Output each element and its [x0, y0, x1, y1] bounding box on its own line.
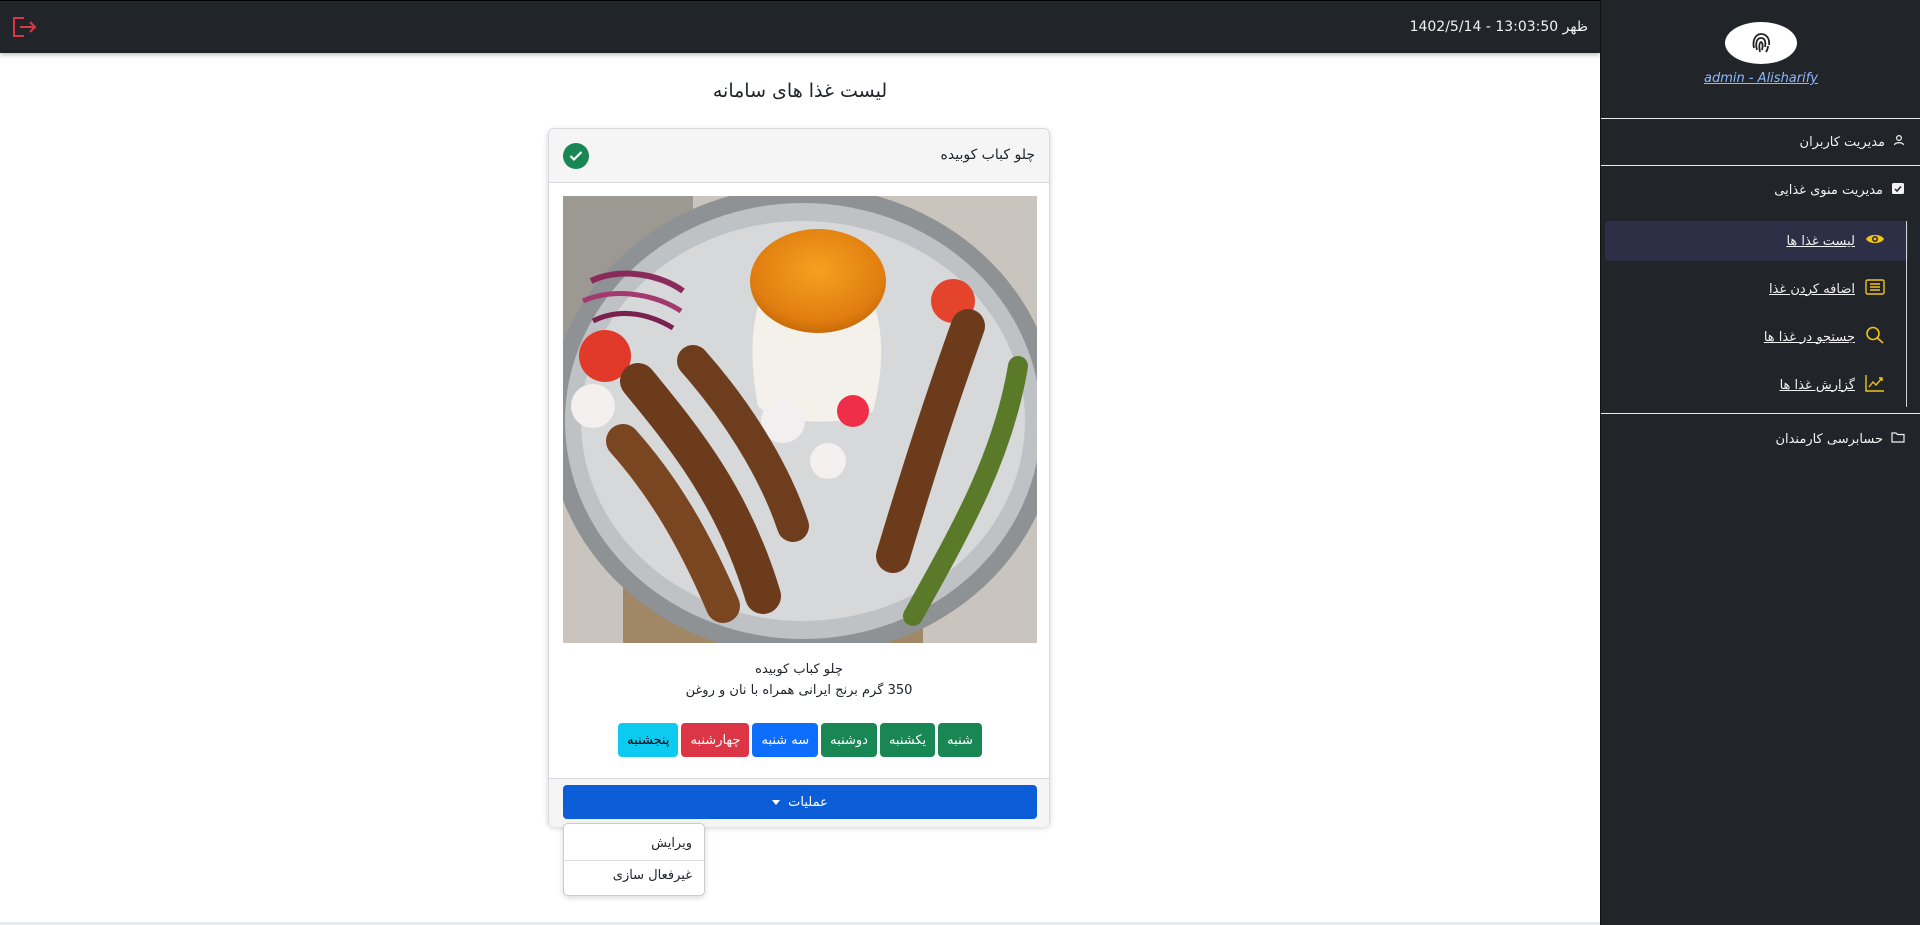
day-button-saturday[interactable]: شنبه: [938, 723, 982, 757]
divider: [1601, 165, 1920, 166]
sidebar-item-label: اضافه کردن غذا: [1769, 281, 1855, 297]
divider: [564, 860, 704, 861]
username-link[interactable]: admin - Alisharify: [1601, 71, 1920, 86]
operations-dropdown-button[interactable]: عملیات: [563, 785, 1037, 819]
sidebar-item-food-list[interactable]: لیست غذا ها: [1786, 229, 1885, 253]
sidebar: admin - Alisharify مدیریت کاربران مدیریت…: [1600, 0, 1920, 925]
day-button-tuesday[interactable]: سه شنبه: [752, 723, 819, 757]
operations-label: عملیات: [788, 794, 828, 810]
food-description: 350 گرم برنج ایرانی همراه با نان و روغن: [685, 683, 913, 698]
eye-icon: [1865, 232, 1885, 250]
caret-down-icon: [772, 799, 781, 805]
edit-menu-item[interactable]: ویرایش: [651, 836, 692, 851]
sidebar-item-label: جستجو در غذا ها: [1763, 329, 1855, 345]
sidebar-item-search-food[interactable]: جستجو در غذا ها: [1764, 325, 1885, 349]
divider: [1601, 413, 1920, 414]
sidebar-item-employees[interactable]: حسابرسی کارمندان: [1775, 428, 1905, 450]
day-button-sunday[interactable]: یکشنبه: [879, 723, 936, 757]
sidebar-header: admin - Alisharify: [1601, 0, 1920, 119]
datetime-display: ظهر 13:03:50 - 1402/5/14: [1409, 19, 1588, 35]
food-image: [563, 196, 1037, 643]
folder-icon: [1891, 431, 1905, 447]
sidebar-item-food-menu[interactable]: مدیریت منوی غذایی: [1774, 179, 1905, 201]
sidebar-item-label: مدیریت منوی غذایی: [1774, 182, 1883, 198]
card-header: چلو کباب کوبیده: [549, 129, 1049, 183]
day-button-monday[interactable]: دوشنبه: [821, 723, 877, 757]
sidebar-item-label: لیست غذا ها: [1786, 233, 1855, 249]
card-footer: عملیات: [549, 778, 1049, 827]
food-card: چلو کباب کوبیده چلو کباب کوبیده 350 گرم …: [548, 128, 1050, 827]
day-button-wednesday[interactable]: چهارشنبه: [681, 723, 750, 757]
chart-line-icon: [1865, 374, 1885, 396]
sidebar-item-label: گزارش غذا ها: [1779, 377, 1855, 393]
sidebar-item-food-report[interactable]: گزارش غذا ها: [1780, 373, 1885, 397]
sidebar-item-label: مدیریت کاربران: [1799, 134, 1885, 150]
search-icon: [1865, 326, 1885, 348]
sidebar-item-add-food[interactable]: اضافه کردن غذا: [1769, 277, 1885, 301]
operations-dropdown-menu: ویرایش غیرفعال سازی: [563, 823, 705, 896]
sidebar-item-users[interactable]: مدیریت کاربران: [1800, 131, 1905, 153]
top-bar: ظهر 13:03:50 - 1402/5/14: [0, 0, 1600, 53]
card-title: چلو کباب کوبیده: [940, 147, 1035, 163]
logout-icon[interactable]: [10, 15, 38, 39]
user-icon: [1893, 134, 1905, 150]
deactivate-menu-item[interactable]: غیرفعال سازی: [613, 868, 692, 883]
page-title: لیست غذا های سامانه: [712, 80, 888, 102]
submenu-border: [1906, 221, 1907, 407]
weekday-buttons: شنبه یکشنبه دوشنبه سه شنبه چهارشنبه پنجش…: [563, 723, 1037, 757]
calendar-check-icon: [1891, 181, 1905, 199]
food-name: چلو کباب کوبیده: [755, 662, 843, 677]
check-icon: [563, 143, 589, 169]
fingerprint-icon: [1725, 22, 1797, 64]
list-icon: [1865, 279, 1885, 299]
day-button-thursday[interactable]: پنجشنبه: [618, 723, 679, 757]
sidebar-item-label: حسابرسی کارمندان: [1775, 431, 1883, 447]
